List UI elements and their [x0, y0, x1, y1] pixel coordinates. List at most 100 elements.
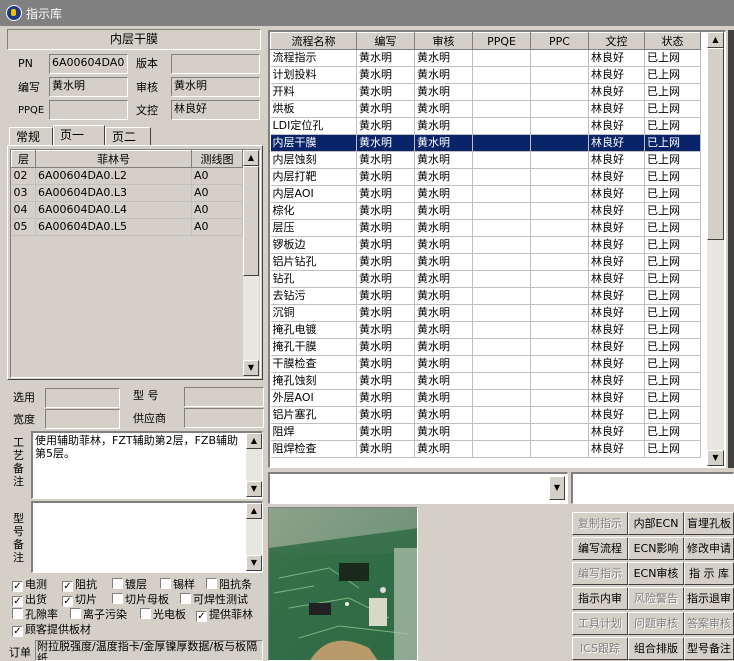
- action-button-2-1[interactable]: ECN审核: [628, 562, 684, 585]
- checkbox-box[interactable]: ✓: [196, 611, 207, 622]
- scroll-thumb[interactable]: [243, 166, 259, 276]
- action-button-0-0[interactable]: 复制指示: [572, 512, 628, 535]
- action-button-4-0[interactable]: 工具计划: [572, 612, 628, 635]
- table-row[interactable]: 03 6A00604DA0.L3 A0: [11, 184, 243, 202]
- table-row[interactable]: LDI定位孔 黄水明 黄水明 林良好 已上网: [270, 117, 701, 135]
- process-col-header[interactable]: PPQE: [472, 32, 531, 50]
- chevron-down-icon[interactable]: ▼: [549, 476, 565, 500]
- pn-field[interactable]: 6A00604DA0: [49, 54, 128, 74]
- model-note-field[interactable]: ▲ ▼: [31, 501, 263, 573]
- scroll-up-icon[interactable]: ▲: [246, 503, 262, 519]
- checkbox-row2-1[interactable]: ✓ 切片: [62, 591, 97, 607]
- table-row[interactable]: 阻焊 黄水明 黄水明 林良好 已上网: [270, 423, 701, 441]
- checkbox-row1-1[interactable]: ✓ 阻抗: [62, 576, 97, 592]
- table-row[interactable]: 计划投料 黄水明 黄水明 林良好 已上网: [270, 66, 701, 84]
- table-row[interactable]: 干膜检查 黄水明 黄水明 林良好 已上网: [270, 355, 701, 373]
- checkbox-row4-0[interactable]: ✓ 顾客提供板材: [12, 621, 91, 637]
- checkbox-row3-0[interactable]: 孔隙率: [12, 606, 58, 622]
- action-button-1-1[interactable]: ECN影响: [628, 537, 684, 560]
- action-button-1-2[interactable]: 修改申请: [684, 537, 734, 560]
- checkbox-row2-2[interactable]: 切片母板: [112, 591, 169, 607]
- table-row[interactable]: 掩孔干膜 黄水明 黄水明 林良好 已上网: [270, 338, 701, 356]
- action-button-5-0[interactable]: ICS跟踪: [572, 637, 628, 660]
- scroll-up-icon[interactable]: ▲: [707, 32, 724, 48]
- table-row[interactable]: 04 6A00604DA0.L4 A0: [11, 201, 243, 219]
- process-table-scrollbar[interactable]: ▲ ▼: [707, 32, 724, 466]
- action-button-5-2[interactable]: 型号备注: [684, 637, 734, 660]
- action-button-1-0[interactable]: 编写流程: [572, 537, 628, 560]
- table-row[interactable]: 掩孔电镀 黄水明 黄水明 林良好 已上网: [270, 321, 701, 339]
- table-row[interactable]: 铝片钻孔 黄水明 黄水明 林良好 已上网: [270, 253, 701, 271]
- checkbox-box[interactable]: [206, 578, 217, 589]
- select-field[interactable]: [45, 388, 120, 408]
- scroll-up-icon[interactable]: ▲: [246, 433, 262, 449]
- ppqe-field[interactable]: [49, 100, 128, 120]
- checkbox-row1-4[interactable]: 阻抗条: [206, 576, 252, 592]
- checkbox-row1-0[interactable]: ✓ 电测: [12, 576, 47, 592]
- checkbox-box[interactable]: [160, 578, 171, 589]
- action-button-3-0[interactable]: 指示内审: [572, 587, 628, 610]
- checkbox-row1-3[interactable]: 锡样: [160, 576, 195, 592]
- checkbox-box[interactable]: [70, 608, 81, 619]
- checkbox-row2-0[interactable]: ✓ 出货: [12, 591, 47, 607]
- author-field[interactable]: 黄水明: [49, 77, 128, 97]
- checkbox-row3-1[interactable]: 离子污染: [70, 606, 127, 622]
- action-button-2-0[interactable]: 编写指示: [572, 562, 628, 585]
- scroll-down-icon[interactable]: ▼: [246, 555, 262, 571]
- action-button-5-1[interactable]: 组合排版: [628, 637, 684, 660]
- process-col-header[interactable]: 状态: [644, 32, 701, 50]
- action-button-0-2[interactable]: 盲埋孔板: [684, 512, 734, 535]
- process-note-scrollbar[interactable]: ▲ ▼: [246, 433, 262, 497]
- action-button-3-1[interactable]: 风险警告: [628, 587, 684, 610]
- checkbox-row2-3[interactable]: 可焊性测试: [180, 591, 248, 607]
- checkbox-row3-2[interactable]: 光电板: [140, 606, 186, 622]
- layer-col-header[interactable]: 层: [11, 150, 36, 168]
- checkbox-row1-2[interactable]: 镀层: [112, 576, 147, 592]
- table-row[interactable]: 内层打靶 黄水明 黄水明 林良好 已上网: [270, 168, 701, 186]
- scroll-down-icon[interactable]: ▼: [707, 450, 724, 466]
- table-row[interactable]: 掩孔蚀刻 黄水明 黄水明 林良好 已上网: [270, 372, 701, 390]
- table-row[interactable]: 烘板 黄水明 黄水明 林良好 已上网: [270, 100, 701, 118]
- table-row[interactable]: 去钻污 黄水明 黄水明 林良好 已上网: [270, 287, 701, 305]
- process-combo[interactable]: ▼: [268, 472, 568, 504]
- table-row[interactable]: 钻孔 黄水明 黄水明 林良好 已上网: [270, 270, 701, 288]
- action-button-0-1[interactable]: 内部ECN: [628, 512, 684, 535]
- table-row[interactable]: 02 6A00604DA0.L2 A0: [11, 167, 243, 185]
- table-row[interactable]: 外层AOI 黄水明 黄水明 林良好 已上网: [270, 389, 701, 407]
- scroll-up-icon[interactable]: ▲: [243, 150, 259, 166]
- checkbox-box[interactable]: [140, 608, 151, 619]
- table-row[interactable]: 棕化 黄水明 黄水明 林良好 已上网: [270, 202, 701, 220]
- tab-page-two[interactable]: 页二: [105, 127, 151, 145]
- scroll-down-icon[interactable]: ▼: [243, 360, 259, 376]
- action-button-4-1[interactable]: 问题审核: [628, 612, 684, 635]
- layer-col-header[interactable]: 测线图: [191, 150, 243, 168]
- checkbox-box[interactable]: ✓: [12, 626, 23, 637]
- reviewer-field[interactable]: 黄水明: [171, 77, 260, 97]
- tab-page-one[interactable]: 页一: [53, 125, 105, 145]
- checkbox-box[interactable]: [112, 578, 123, 589]
- layer-table-scrollbar[interactable]: ▲ ▼: [243, 150, 259, 376]
- width-field[interactable]: [45, 409, 120, 429]
- table-row[interactable]: 内层AOI 黄水明 黄水明 林良好 已上网: [270, 185, 701, 203]
- table-row[interactable]: 阻焊检查 黄水明 黄水明 林良好 已上网: [270, 440, 701, 458]
- table-row[interactable]: 铝片塞孔 黄水明 黄水明 林良好 已上网: [270, 406, 701, 424]
- model-field[interactable]: [184, 387, 264, 407]
- table-row[interactable]: 05 6A00604DA0.L5 A0: [11, 218, 243, 236]
- action-button-2-2[interactable]: 指 示 库: [684, 562, 734, 585]
- process-col-header[interactable]: 审核: [414, 32, 473, 50]
- checkbox-box[interactable]: [12, 608, 23, 619]
- scroll-thumb[interactable]: [707, 48, 724, 240]
- supplier-field[interactable]: [184, 408, 264, 428]
- checkbox-box[interactable]: [112, 593, 123, 604]
- version-field[interactable]: [171, 54, 260, 74]
- process-note-field[interactable]: 使用辅助菲林，FZT辅助第2层，FZB辅助第5层。 ▲ ▼: [31, 431, 263, 499]
- table-row[interactable]: 沉铜 黄水明 黄水明 林良好 已上网: [270, 304, 701, 322]
- table-row[interactable]: 开料 黄水明 黄水明 林良好 已上网: [270, 83, 701, 101]
- action-button-3-2[interactable]: 指示退审: [684, 587, 734, 610]
- table-row[interactable]: 层压 黄水明 黄水明 林良好 已上网: [270, 219, 701, 237]
- tab-general[interactable]: 常规: [9, 127, 53, 145]
- table-row[interactable]: 内层干膜 黄水明 黄水明 林良好 已上网: [270, 134, 701, 152]
- layer-col-header[interactable]: 菲林号: [35, 150, 192, 168]
- order-note-field[interactable]: 附拉脱强度/温度指卡/金厚镍厚数据/板与板隔纸: [35, 640, 263, 661]
- table-row[interactable]: 流程指示 黄水明 黄水明 林良好 已上网: [270, 49, 701, 67]
